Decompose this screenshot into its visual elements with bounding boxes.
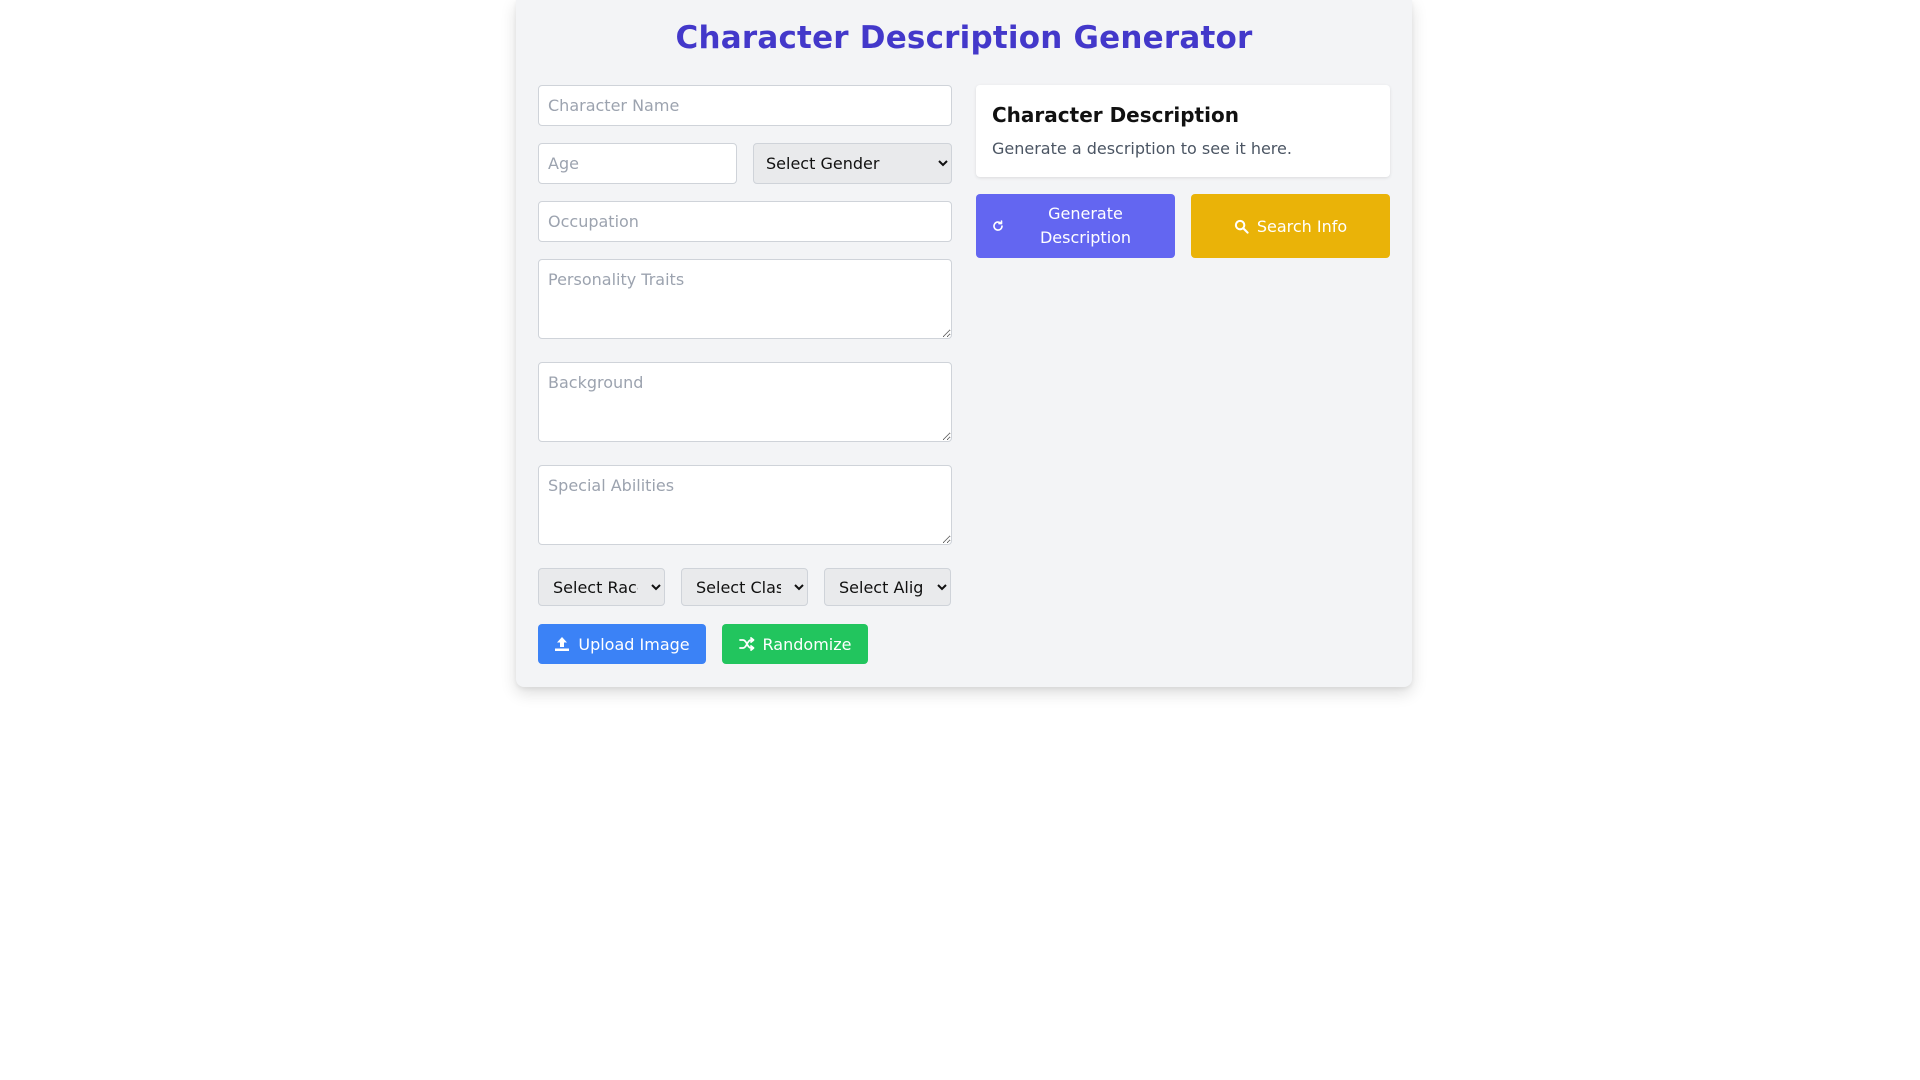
output-panel: Character Description Generate a descrip… bbox=[976, 85, 1390, 258]
class-select[interactable]: Select Class bbox=[681, 568, 808, 606]
refresh-icon bbox=[992, 220, 1004, 232]
character-form: Select Gender Select Race Select Class S… bbox=[538, 85, 952, 664]
search-info-button[interactable]: Search Info bbox=[1191, 194, 1390, 258]
shuffle-icon bbox=[738, 636, 755, 652]
upload-image-label: Upload Image bbox=[578, 634, 690, 654]
race-select[interactable]: Select Race bbox=[538, 568, 665, 606]
search-info-label: Search Info bbox=[1256, 216, 1348, 236]
background-textarea[interactable] bbox=[538, 362, 952, 442]
character-name-input[interactable] bbox=[538, 85, 952, 126]
output-text: Generate a description to see it here. bbox=[992, 139, 1292, 158]
alignment-select[interactable]: Select Alignment bbox=[824, 568, 951, 606]
action-buttons-row: Generate Description Search Info bbox=[976, 194, 1390, 258]
randomize-label: Randomize bbox=[762, 634, 852, 654]
age-input[interactable] bbox=[538, 143, 737, 184]
page-title: Character Description Generator bbox=[675, 20, 1253, 56]
description-output: Character Description Generate a descrip… bbox=[976, 85, 1390, 177]
search-icon bbox=[1234, 219, 1249, 234]
personality-traits-textarea[interactable] bbox=[538, 259, 952, 339]
age-gender-row: Select Gender bbox=[538, 143, 952, 184]
gender-select[interactable]: Select Gender bbox=[753, 143, 952, 184]
select-row: Select Race Select Class Select Alignmen… bbox=[538, 568, 952, 606]
app-card: Character Description Generator Select G… bbox=[516, 0, 1412, 687]
randomize-button[interactable]: Randomize bbox=[722, 624, 868, 664]
generate-description-label: Generate Description bbox=[1039, 204, 1132, 247]
output-title: Character Description bbox=[992, 103, 1239, 127]
generate-description-button[interactable]: Generate Description bbox=[976, 194, 1175, 258]
upload-icon bbox=[554, 636, 570, 652]
special-abilities-textarea[interactable] bbox=[538, 465, 952, 545]
form-buttons-row: Upload Image Randomize bbox=[538, 624, 952, 664]
occupation-input[interactable] bbox=[538, 201, 952, 242]
upload-image-button[interactable]: Upload Image bbox=[538, 624, 706, 664]
